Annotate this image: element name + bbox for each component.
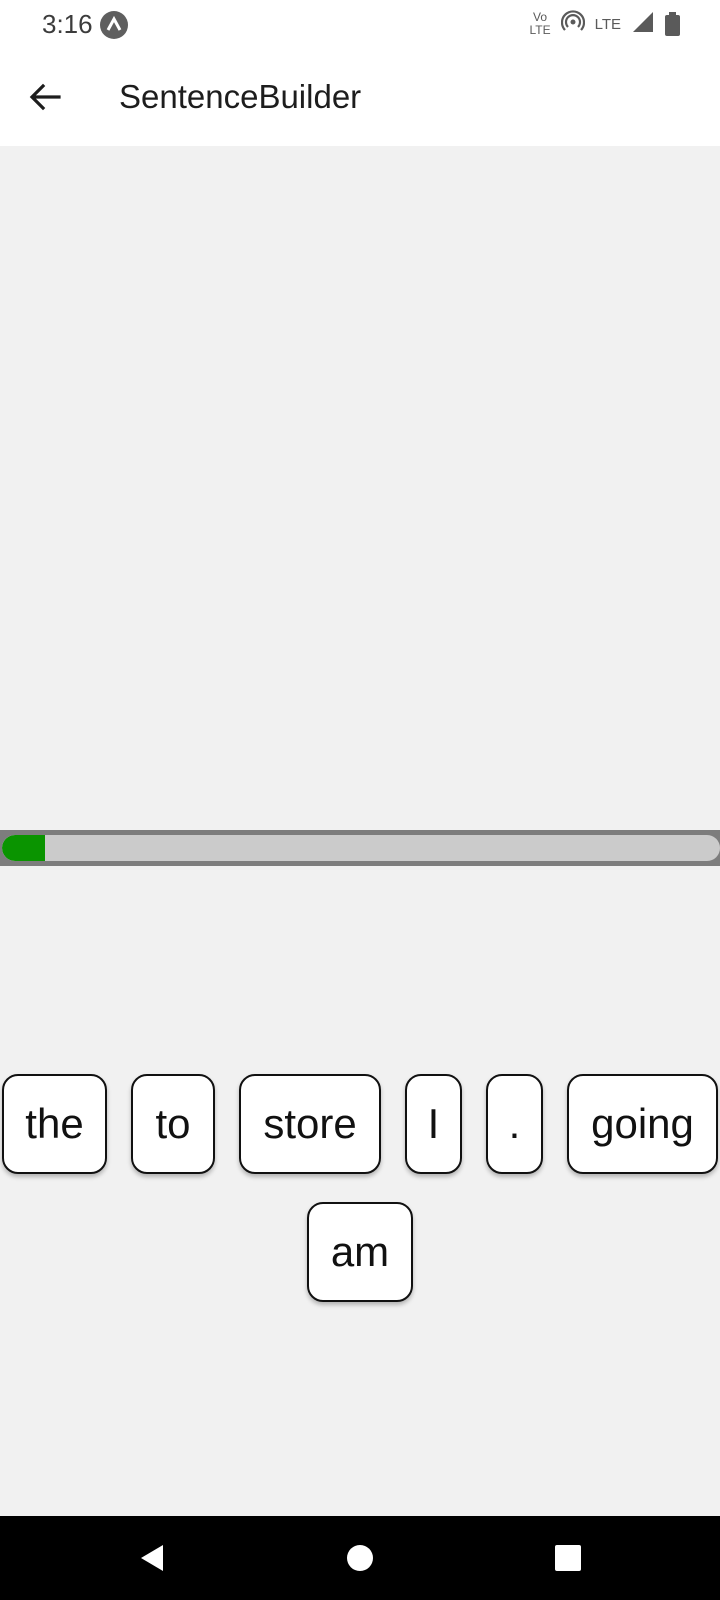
word-tile-period[interactable]: . xyxy=(486,1074,543,1174)
word-tile-am[interactable]: am xyxy=(307,1202,413,1302)
word-tile-i[interactable]: I xyxy=(405,1074,462,1174)
signal-icon xyxy=(631,11,655,38)
status-bar: 3:16 Vo LTE LTE xyxy=(0,0,720,48)
hotspot-icon xyxy=(560,9,585,39)
volte-icon: Vo LTE xyxy=(529,10,551,37)
status-time: 3:16 xyxy=(42,9,93,39)
progress-track xyxy=(2,835,720,861)
word-tile-going[interactable]: going xyxy=(567,1074,718,1174)
status-icons: Vo LTE LTE xyxy=(529,8,680,40)
triangle-back-icon xyxy=(141,1545,163,1571)
word-tile-the[interactable]: the xyxy=(2,1074,107,1174)
system-nav-bar xyxy=(0,1516,720,1600)
progress-fill xyxy=(2,835,46,861)
nav-back-button[interactable] xyxy=(128,1534,176,1582)
progress-bar xyxy=(0,830,720,866)
battery-icon xyxy=(665,12,680,36)
square-recents-icon xyxy=(555,1545,581,1571)
answer-drop-area[interactable] xyxy=(0,146,720,830)
arrow-left-icon xyxy=(29,83,61,111)
back-button[interactable] xyxy=(18,72,72,122)
page-title: SentenceBuilder xyxy=(119,78,362,115)
word-tile-store[interactable]: store xyxy=(239,1074,381,1174)
circle-home-icon xyxy=(347,1545,373,1571)
network-type: LTE xyxy=(594,15,621,33)
word-tile-to[interactable]: to xyxy=(131,1074,215,1174)
nav-home-button[interactable] xyxy=(336,1534,384,1582)
app-bar: SentenceBuilder xyxy=(0,48,720,146)
app-notification-icon xyxy=(100,11,128,39)
nav-recents-button[interactable] xyxy=(544,1534,592,1582)
app-root: 3:16 Vo LTE LTE SentenceBuilder the to s… xyxy=(0,0,720,1600)
